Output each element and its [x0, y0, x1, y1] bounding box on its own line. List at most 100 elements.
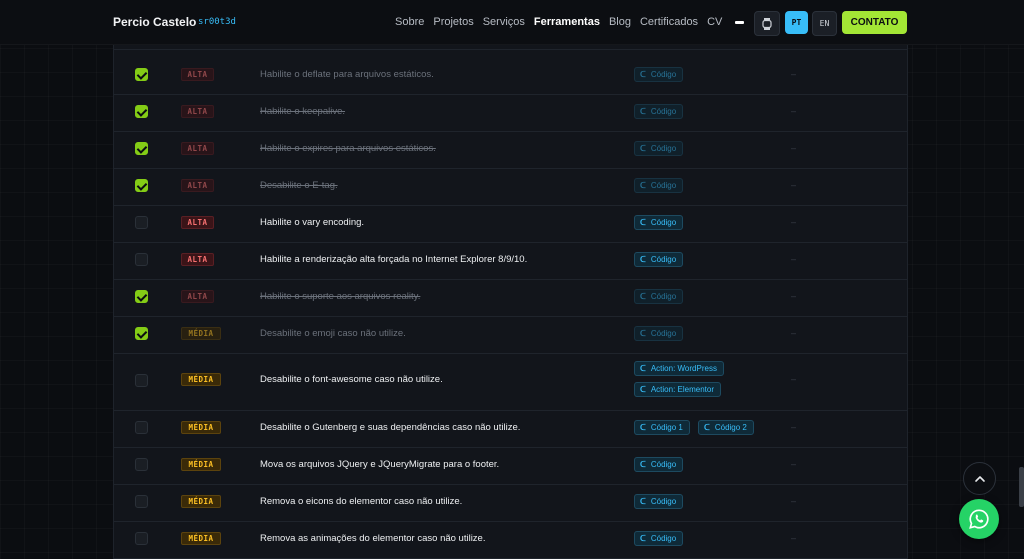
code-link-wordpress[interactable]: ᑕ Action: WordPress [634, 361, 724, 376]
nav-projetos[interactable]: Projetos [433, 16, 473, 28]
row-checkbox[interactable] [135, 216, 148, 229]
scroll-to-top-button[interactable] [963, 462, 996, 495]
task-text: Habilite o keepalive. [260, 106, 346, 117]
priority-badge: ALTA [181, 105, 214, 118]
lang-pt-button[interactable]: PT [785, 11, 808, 34]
table-row: MÉDIA Remova o eicons do elementor caso … [114, 484, 907, 522]
code-link-2[interactable]: ᑕ Código 2 [698, 420, 754, 435]
table-row: MÉDIA Mova os arquivos JQuery e JQueryMi… [114, 447, 907, 485]
table-row: ALTA Habilite o suporte aos arquivos rea… [114, 279, 907, 317]
row-checkbox[interactable] [135, 290, 148, 303]
table-row: ALTA Desabilite o E-tag. ᑕ Código – [114, 168, 907, 206]
watch-icon [762, 17, 772, 30]
table-row: MÉDIA Desabilite o font-awesome caso não… [114, 353, 907, 411]
contact-button[interactable]: CONTATO [842, 11, 907, 34]
task-text: Desabilite o Gutenberg e suas dependênci… [260, 422, 521, 433]
task-text: Habilite o vary encoding. [260, 217, 365, 228]
row-checkbox[interactable] [135, 68, 148, 81]
code-link[interactable]: ᑕ Código [634, 326, 684, 341]
code-link[interactable]: ᑕ Código [634, 252, 684, 267]
row-checkbox[interactable] [135, 327, 148, 340]
table-row: ALTA Habilite o keepalive. ᑕ Código – [114, 94, 907, 132]
nav-cv[interactable]: CV [707, 16, 722, 28]
priority-badge: MÉDIA [181, 421, 221, 434]
extra-cell: – [791, 217, 797, 227]
table-row: ALTA Habilite o vary encoding. ᑕ Código – [114, 205, 907, 243]
link-icon: ᑕ [640, 107, 646, 116]
code-link[interactable]: ᑕ Código [634, 457, 684, 472]
lang-en-button[interactable]: EN [812, 11, 837, 36]
nav-sobre[interactable]: Sobre [395, 16, 424, 28]
task-text: Desabilite o font-awesome caso não utili… [260, 374, 443, 385]
task-text: Habilite o expires para arquivos estátic… [260, 143, 436, 154]
extra-cell: – [791, 328, 797, 338]
code-link[interactable]: ᑕ Código [634, 104, 684, 119]
task-text: Habilite a renderização alta forçada no … [260, 254, 528, 265]
task-text: Remova o eicons do elementor caso não ut… [260, 496, 463, 507]
nav-servicos[interactable]: Serviços [483, 16, 525, 28]
nav-certificados[interactable]: Certificados [640, 16, 698, 28]
whatsapp-icon [969, 509, 989, 529]
theme-toggle-icon[interactable] [735, 21, 744, 24]
whatsapp-button[interactable] [959, 499, 999, 539]
extra-cell: – [791, 254, 797, 264]
code-link[interactable]: ᑕ Código [634, 215, 684, 230]
link-icon: ᑕ [640, 534, 646, 543]
brand-handle: sr00t3d [198, 17, 236, 27]
table-row: MÉDIA Desabilite o Gutenberg e suas depe… [114, 410, 907, 448]
priority-badge: MÉDIA [181, 373, 221, 386]
code-link-1[interactable]: ᑕ Código 1 [634, 420, 690, 435]
row-checkbox[interactable] [135, 179, 148, 192]
site-header: Percio Castelo sr00t3d Sobre Projetos Se… [0, 0, 1024, 45]
table-row: ALTA Habilite a renderização alta forçad… [114, 242, 907, 280]
row-checkbox[interactable] [135, 374, 148, 387]
brand-name[interactable]: Percio Castelo [113, 15, 196, 29]
nav-blog[interactable]: Blog [609, 16, 631, 28]
task-text: Habilite o suporte aos arquivos reality. [260, 291, 421, 302]
priority-badge: ALTA [181, 68, 214, 81]
task-text: Desabilite o E-tag. [260, 180, 338, 191]
code-link[interactable]: ᑕ Código [634, 67, 684, 82]
link-icon: ᑕ [640, 329, 646, 338]
row-checkbox[interactable] [135, 421, 148, 434]
priority-badge: MÉDIA [181, 458, 221, 471]
priority-badge: ALTA [181, 216, 214, 229]
link-icon: ᑕ [640, 144, 646, 153]
row-checkbox[interactable] [135, 495, 148, 508]
link-icon: ᑕ [640, 255, 646, 264]
priority-badge: ALTA [181, 179, 214, 192]
extra-cell: – [791, 496, 797, 506]
priority-badge: MÉDIA [181, 327, 221, 340]
link-icon: ᑕ [640, 70, 646, 79]
link-icon: ᑕ [640, 423, 646, 432]
code-link[interactable]: ᑕ Código [634, 531, 684, 546]
code-link[interactable]: ᑕ Código [634, 141, 684, 156]
extra-cell: – [791, 374, 797, 384]
row-checkbox[interactable] [135, 142, 148, 155]
row-checkbox[interactable] [135, 532, 148, 545]
link-icon: ᑕ [640, 460, 646, 469]
code-link[interactable]: ᑕ Código [634, 178, 684, 193]
priority-badge: ALTA [181, 253, 214, 266]
table-row: MÉDIA Desabilite o emoji caso não utiliz… [114, 316, 907, 354]
nav-ferramentas[interactable]: Ferramentas [534, 16, 600, 28]
row-checkbox[interactable] [135, 253, 148, 266]
extra-cell: – [791, 180, 797, 190]
task-text: Habilite o deflate para arquivos estátic… [260, 69, 434, 80]
link-icon: ᑕ [640, 218, 646, 227]
table-row: ALTA Habilite o deflate para arquivos es… [114, 57, 907, 95]
priority-badge: ALTA [181, 142, 214, 155]
extra-cell: – [791, 106, 797, 116]
link-icon: ᑕ [640, 181, 646, 190]
watch-button[interactable] [754, 11, 780, 36]
table-row: MÉDIA Remova as animações do elementor c… [114, 521, 907, 559]
chevron-up-icon [974, 475, 985, 482]
code-link-elementor[interactable]: ᑕ Action: Elementor [634, 382, 721, 397]
code-link[interactable]: ᑕ Código [634, 494, 684, 509]
page-scrollbar[interactable] [1019, 467, 1024, 507]
row-checkbox[interactable] [135, 105, 148, 118]
checklist-table: ALTA Habilite o deflate para arquivos es… [113, 44, 908, 559]
row-checkbox[interactable] [135, 458, 148, 471]
extra-cell: – [791, 69, 797, 79]
code-link[interactable]: ᑕ Código [634, 289, 684, 304]
